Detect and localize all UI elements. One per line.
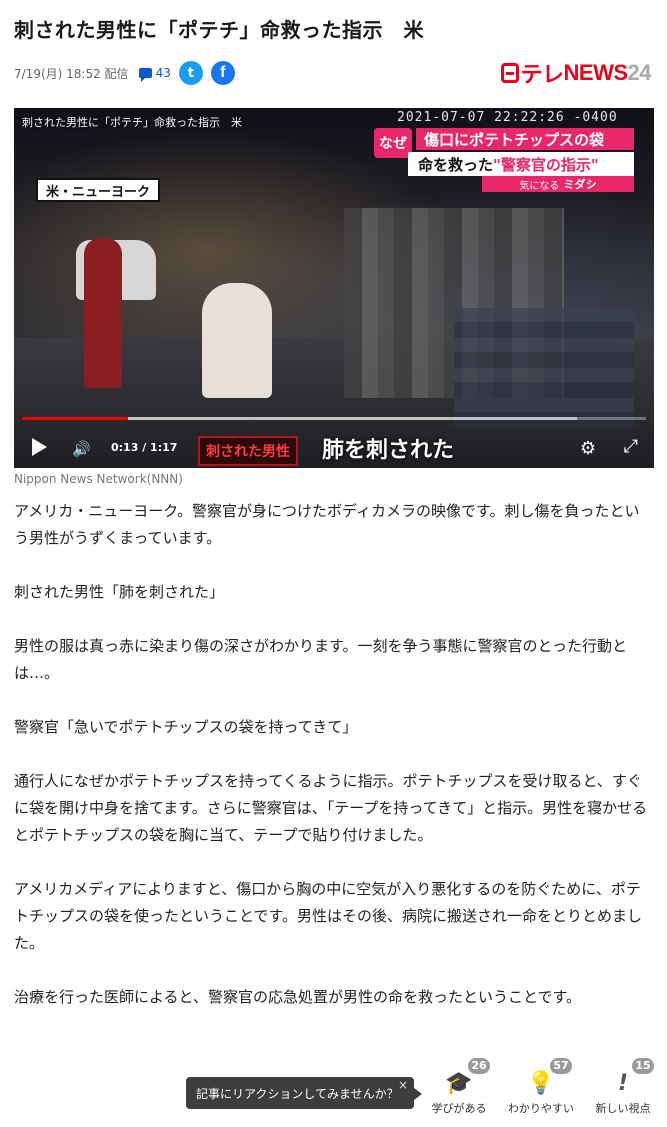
video-controls: 🔊 0:13 / 1:17 刺された男性 肺を刺された ⚙ ⤢ bbox=[14, 424, 654, 468]
twitter-share-icon[interactable]: t bbox=[178, 61, 203, 85]
article-paragraph: 男性の服は真っ赤に染まり傷の深さがわかります。一刻を争う事態に警察官のとった行動… bbox=[14, 637, 628, 682]
article-paragraph: 治療を行った医師によると、警察官の応急処置が男性の命を救ったということです。 bbox=[14, 988, 582, 1006]
comment-icon bbox=[138, 68, 152, 82]
caption-line-3: 気になる ミダシ bbox=[482, 176, 634, 192]
page-title: 刺された男性に「ポテチ」命救った指示 米 bbox=[14, 18, 424, 42]
person-figure bbox=[84, 238, 122, 388]
mosaic-blur bbox=[454, 308, 634, 428]
reaction-learn-button[interactable]: 26 🎓 学びがある bbox=[424, 1058, 494, 1118]
video-overlay-title: 刺された男性に「ポテチ」命救った指示 米 bbox=[22, 116, 242, 129]
comment-link[interactable]: 43 bbox=[138, 66, 171, 82]
play-icon[interactable] bbox=[32, 438, 47, 456]
caption-line-1: 傷口にポテトチップスの袋 bbox=[416, 128, 634, 150]
gear-icon[interactable]: ⚙ bbox=[580, 438, 596, 459]
article-paragraph: 警察官「急いでポテトチップスの袋を持ってきて」 bbox=[14, 718, 358, 736]
article-paragraph: アメリカメディアによりますと、傷口から胸の中に空気が入り悪化するのを防ぐために、… bbox=[14, 880, 643, 952]
ntv-news24-logo[interactable]: テレ NEWS 24 bbox=[500, 58, 652, 88]
article-paragraph: アメリカ・ニューヨーク。警察官が身につけたボディカメラの映像です。刺し傷を負った… bbox=[14, 502, 640, 547]
exclamation-icon: ! bbox=[617, 1071, 629, 1096]
video-time: 0:13 / 1:17 bbox=[111, 441, 178, 454]
location-label: 米・ニューヨーク bbox=[36, 178, 161, 202]
lightbulb-icon: 💡 bbox=[527, 1071, 555, 1096]
reaction-label: 学びがある bbox=[431, 1102, 487, 1115]
caption-line-2: 命を救った "警察官の指示" bbox=[408, 152, 634, 176]
facebook-share-icon[interactable]: f bbox=[210, 61, 235, 85]
video-credit: Nippon News Network(NNN) bbox=[14, 472, 183, 486]
reaction-tooltip: 記事にリアクションしてみませんか？ × bbox=[186, 1077, 422, 1109]
volume-icon[interactable]: 🔊 bbox=[72, 440, 92, 458]
video-player[interactable]: 刺された男性に「ポテチ」命救った指示 米 2021-07-07 22:22:26… bbox=[14, 108, 654, 468]
bodycam-timestamp: 2021-07-07 22:22:26 -0400 bbox=[397, 110, 618, 125]
progress-played bbox=[22, 417, 129, 420]
subtitle-speaker: 刺された男性 bbox=[198, 436, 298, 466]
reaction-label: 新しい視点 bbox=[595, 1102, 651, 1115]
person-figure bbox=[202, 283, 272, 398]
reaction-label: わかりやすい bbox=[508, 1102, 574, 1115]
article-meta: 7/19(月) 18:52 配信 43 t f bbox=[14, 58, 235, 88]
graduation-cap-icon: 🎓 bbox=[445, 1071, 473, 1096]
caption-tag: なぜ bbox=[374, 128, 412, 158]
comment-count: 43 bbox=[155, 66, 171, 80]
publish-date: 7/19(月) 18:52 配信 bbox=[14, 66, 129, 81]
reaction-clear-button[interactable]: 57 💡 わかりやすい bbox=[506, 1058, 576, 1118]
article-body: アメリカ・ニューヨーク。警察官が身につけたボディカメラの映像です。刺し傷を負った… bbox=[14, 498, 654, 1038]
fullscreen-icon[interactable]: ⤢ bbox=[624, 436, 638, 457]
video-progress-bar[interactable] bbox=[22, 417, 646, 420]
article-paragraph: 刺された男性「肺を刺された」 bbox=[14, 583, 225, 601]
close-icon[interactable]: × bbox=[398, 1078, 408, 1092]
subtitle-text: 肺を刺された bbox=[322, 438, 455, 463]
reaction-new-perspective-button[interactable]: 15 ! 新しい視点 bbox=[588, 1058, 658, 1118]
nittele-logo-mark-icon bbox=[500, 63, 519, 83]
article-paragraph: 通行人になぜかポテトチップスを持ってくるように指示。ポテトチップスを受け取ると、… bbox=[14, 772, 648, 844]
